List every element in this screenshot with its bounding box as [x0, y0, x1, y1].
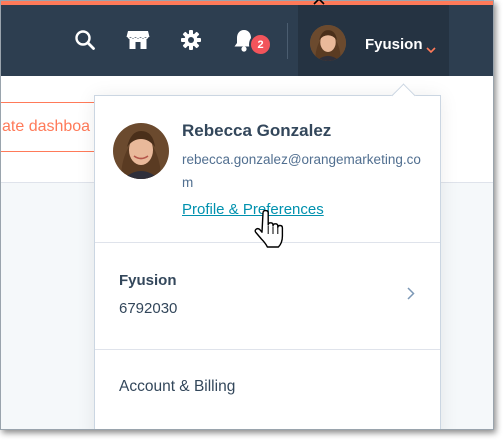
notification-badge: 2 — [249, 33, 272, 56]
portal-id: 6792030 — [119, 300, 178, 317]
marketplace-icon[interactable] — [125, 27, 151, 53]
search-icon[interactable] — [72, 27, 98, 53]
chevron-right-icon — [407, 287, 415, 305]
app-window: 2 Fyusion ate dashboa Rebecca Gonzalez r… — [0, 0, 494, 430]
user-email: rebecca.gonzalez@orangemarketing.com — [182, 152, 421, 190]
profile-preferences-link[interactable]: Profile & Preferences — [182, 201, 324, 218]
account-billing-link[interactable]: Account & Billing — [119, 378, 235, 396]
profile-avatar — [113, 123, 169, 179]
nav-divider — [287, 23, 288, 59]
account-menu-button[interactable]: Fyusion — [298, 5, 449, 76]
resize-cursor-icon — [312, 0, 326, 11]
avatar — [310, 25, 346, 61]
account-dropdown: Rebecca Gonzalez rebecca.gonzalez@orange… — [94, 83, 441, 429]
hand-cursor-icon — [254, 209, 288, 253]
user-name: Rebecca Gonzalez — [182, 121, 332, 140]
top-nav-bar: 2 Fyusion — [1, 5, 493, 76]
chevron-down-icon — [426, 41, 436, 59]
gear-icon[interactable] — [178, 27, 204, 53]
portal-switcher-item[interactable]: Fyusion 6792030 — [95, 242, 440, 350]
portal-name: Fyusion — [119, 272, 177, 289]
account-name: Fyusion — [365, 36, 423, 53]
